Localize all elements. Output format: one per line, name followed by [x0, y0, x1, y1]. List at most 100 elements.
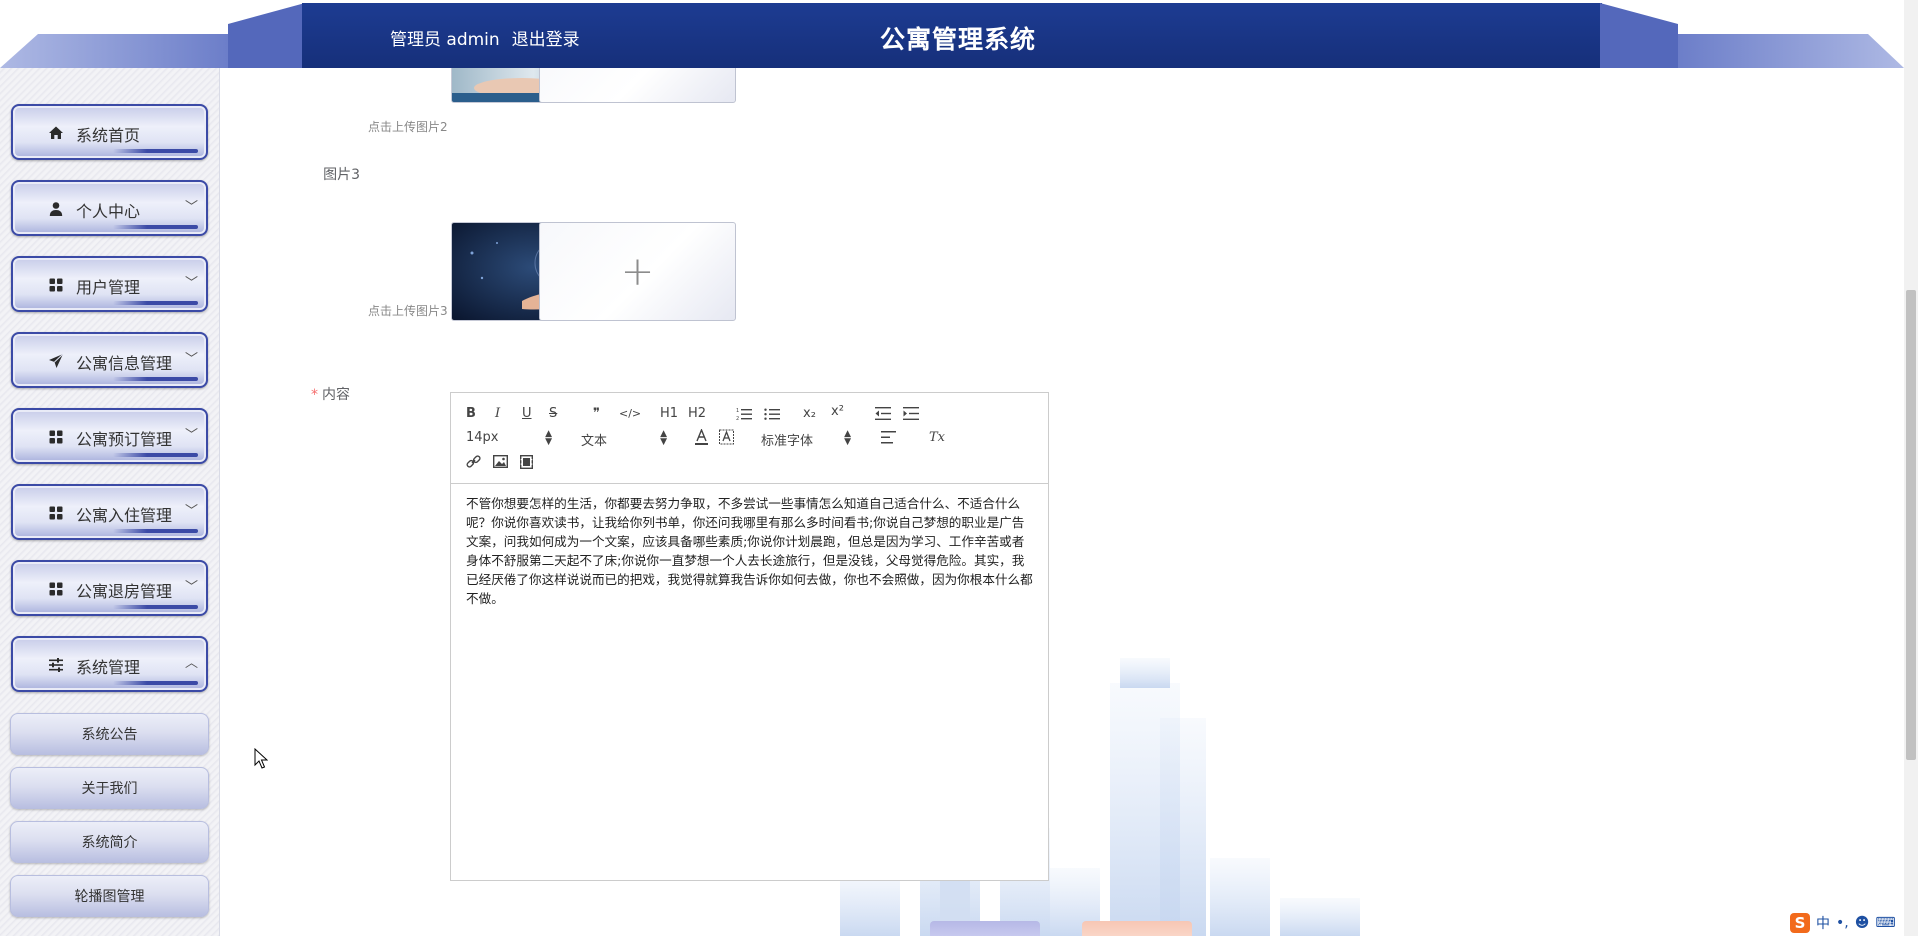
- submenu-item-system-intro[interactable]: 系统简介: [10, 821, 209, 863]
- app-title: 公寓管理系统: [880, 25, 1037, 54]
- header-user-area: 管理员 admin 退出登录: [390, 25, 580, 50]
- submenu-item-about-us[interactable]: 关于我们: [10, 767, 209, 809]
- sidebar-item-label: 用户管理: [76, 278, 141, 297]
- admin-user-label[interactable]: 管理员 admin: [390, 25, 500, 50]
- sidebar-item-apartment-checkin[interactable]: 公寓入住管理 ﹀: [11, 484, 208, 540]
- header-1-button[interactable]: H1: [660, 405, 678, 423]
- submenu-item-carousel[interactable]: 轮播图管理: [10, 875, 209, 917]
- sidebar-item-apartment-info[interactable]: 公寓信息管理 ﹀: [11, 332, 208, 388]
- grid-icon: [49, 430, 63, 444]
- subscript-button[interactable]: x₂: [803, 405, 816, 423]
- content-label-text: 内容: [322, 387, 350, 403]
- menu-decor-bar: [113, 377, 198, 381]
- sidebar-item-apartment-booking[interactable]: 公寓预订管理 ﹀: [11, 408, 208, 464]
- sidebar-item-label: 公寓信息管理: [76, 354, 173, 373]
- scrollbar-thumb[interactable]: [1906, 290, 1916, 760]
- logout-link[interactable]: 退出登录: [512, 25, 580, 50]
- indent-icon[interactable]: [903, 407, 919, 420]
- top-header: 管理员 admin 退出登录 公寓管理系统: [0, 0, 1918, 68]
- user-icon: [49, 202, 63, 216]
- content-label: * 内容: [280, 384, 350, 404]
- select-arrows-icon: ▲ ▼: [844, 429, 851, 447]
- sidebar-item-system-management[interactable]: 系统管理 ︿: [11, 636, 208, 692]
- chevron-down-icon: ﹀: [185, 428, 199, 443]
- header-select[interactable]: 文本 ▲ ▼: [581, 429, 667, 450]
- sidebar-item-label: 个人中心: [76, 202, 141, 221]
- superscript-button[interactable]: x²: [831, 403, 844, 421]
- font-size-value: 14px: [466, 430, 499, 445]
- editor-content[interactable]: 不管你想要怎样的生活，你都要去努力争取，不多尝试一些事情怎么知道自己适合什么、不…: [451, 484, 1048, 618]
- page-scrollbar[interactable]: [1904, 0, 1918, 936]
- chevron-down-icon: ﹀: [185, 504, 199, 519]
- header-2-button[interactable]: H2: [688, 405, 706, 423]
- clean-format-button[interactable]: Tx: [929, 429, 945, 447]
- sidebar-item-personal-center[interactable]: 个人中心 ﹀: [11, 180, 208, 236]
- image-3-label: 图片3: [323, 167, 360, 183]
- sidebar-item-label: 系统首页: [76, 126, 141, 145]
- ime-punctuation: •,: [1836, 915, 1849, 931]
- outdent-icon[interactable]: [875, 407, 891, 420]
- sidebar-item-apartment-checkout[interactable]: 公寓退房管理 ﹀: [11, 560, 208, 616]
- editor-toolbar: B I U S ❞ </> H1 H2 12 x₂ x² 14px ▲ ▼ 文本 …: [451, 393, 1048, 484]
- cancel-button[interactable]: [1082, 921, 1192, 936]
- upload-image-3-button[interactable]: +: [539, 222, 736, 321]
- chevron-down-icon: ﹀: [185, 200, 199, 215]
- select-arrows-icon: ▲ ▼: [660, 429, 667, 447]
- sidebar-item-label: 公寓入住管理: [76, 506, 173, 525]
- bullet-list-icon[interactable]: [764, 407, 780, 421]
- image-icon[interactable]: [493, 455, 508, 468]
- send-icon: [49, 353, 64, 368]
- font-color-icon[interactable]: [694, 429, 709, 446]
- submit-button[interactable]: [930, 921, 1040, 936]
- font-size-select[interactable]: 14px ▲ ▼: [466, 429, 552, 447]
- sliders-icon: [49, 658, 63, 672]
- submenu-item-notice[interactable]: 系统公告: [10, 713, 209, 755]
- chevron-down-icon: ﹀: [185, 276, 199, 291]
- header-select-value: 文本: [581, 434, 608, 449]
- underline-button[interactable]: U: [522, 405, 532, 423]
- align-icon[interactable]: [881, 431, 896, 444]
- grid-icon: [49, 582, 63, 596]
- font-family-value: 标准字体: [761, 434, 814, 449]
- link-icon[interactable]: [466, 454, 481, 469]
- background-color-icon[interactable]: [719, 429, 734, 446]
- strike-button[interactable]: S: [549, 405, 557, 423]
- mouse-cursor-icon: [254, 748, 268, 769]
- italic-button[interactable]: I: [495, 405, 500, 423]
- sidebar-item-label: 公寓预订管理: [76, 430, 173, 449]
- upload-hint-2: 点击上传图片2: [368, 120, 448, 134]
- menu-decor-bar: [113, 605, 198, 609]
- menu-decor-bar: [113, 529, 198, 533]
- ime-language: 中: [1816, 916, 1830, 932]
- blockquote-button[interactable]: ❞: [593, 405, 600, 423]
- chevron-down-icon: ﹀: [185, 352, 199, 367]
- menu-decor-bar: [113, 149, 198, 153]
- upload-image-2-button[interactable]: [539, 68, 736, 103]
- sidebar-item-user-management[interactable]: 用户管理 ﹀: [11, 256, 208, 312]
- menu-decor-bar: [113, 301, 198, 305]
- grid-icon: [49, 278, 63, 292]
- video-icon[interactable]: [520, 455, 533, 469]
- sidebar-item-label: 系统管理: [76, 658, 141, 677]
- code-block-button[interactable]: </>: [619, 405, 641, 423]
- sidebar-item-label: 公寓退房管理: [76, 582, 173, 601]
- bold-button[interactable]: B: [466, 405, 476, 423]
- menu-decor-bar: [113, 225, 198, 229]
- ime-emoji-icon: ☻: [1854, 915, 1870, 931]
- menu-decor-bar: [113, 681, 198, 685]
- font-family-select[interactable]: 标准字体 ▲ ▼: [761, 429, 851, 450]
- sidebar-item-home[interactable]: 系统首页: [11, 104, 208, 160]
- chevron-up-icon: ︿: [185, 656, 199, 671]
- ime-keyboard-icon: ⌨: [1875, 915, 1896, 931]
- grid-icon: [49, 506, 63, 520]
- sogou-ime-icon: S: [1790, 913, 1810, 933]
- svg-text:1: 1: [736, 408, 739, 414]
- sidebar: 系统首页 个人中心 ﹀ 用户管理 ﹀ 公寓信息管理 ﹀ 公寓预订管理 ﹀ 公寓入…: [0, 68, 220, 936]
- upload-hint-3: 点击上传图片3: [368, 304, 448, 318]
- ordered-list-icon[interactable]: 12: [736, 407, 752, 421]
- menu-decor-bar: [113, 453, 198, 457]
- select-arrows-icon: ▲ ▼: [545, 429, 552, 447]
- ime-indicator[interactable]: S 中 •, ☻ ⌨: [1790, 912, 1896, 934]
- required-mark: *: [311, 387, 318, 403]
- chevron-down-icon: ﹀: [185, 580, 199, 595]
